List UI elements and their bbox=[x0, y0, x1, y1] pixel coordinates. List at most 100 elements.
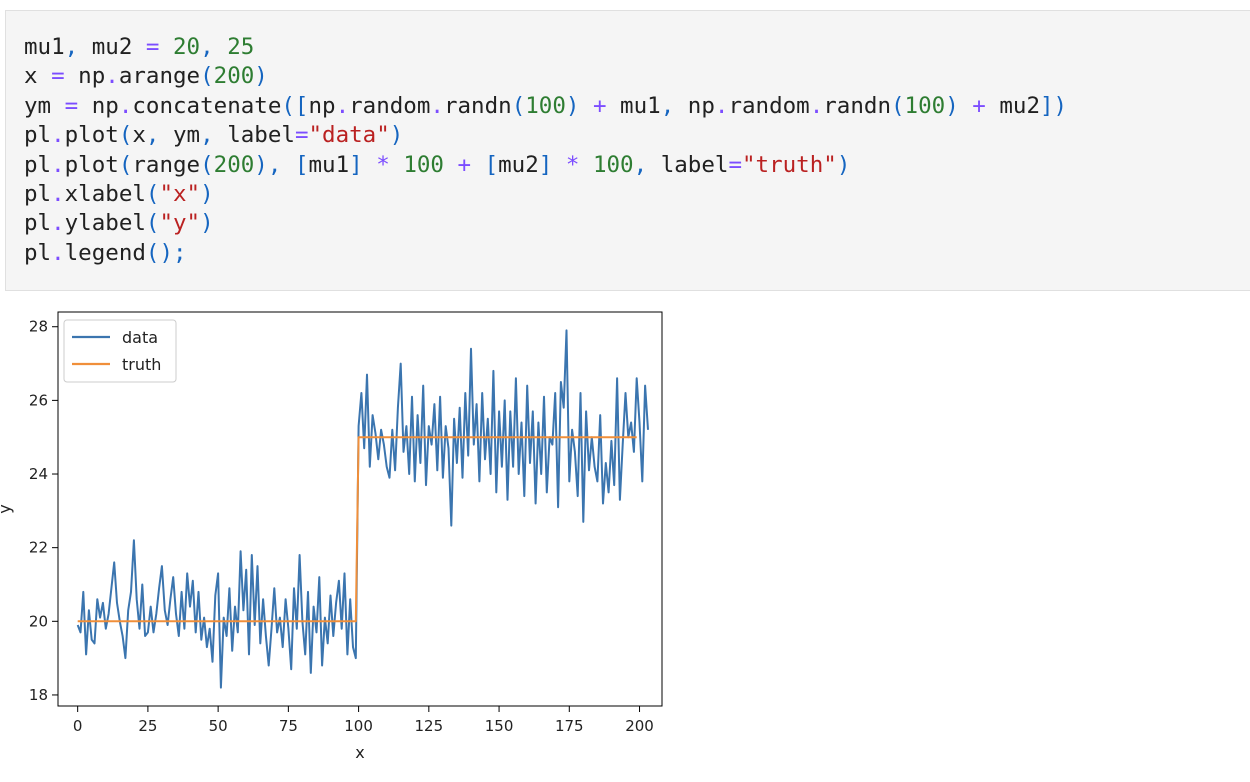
code-token: 100 bbox=[403, 151, 444, 178]
code-token: ) bbox=[836, 151, 851, 178]
code-line: pl.plot(range(200), [mu1] * 100 + [mu2] … bbox=[24, 151, 1067, 180]
code-token: np bbox=[674, 92, 715, 119]
code-token: mu2 bbox=[78, 34, 146, 60]
code-token: , bbox=[633, 151, 648, 178]
code-token: . bbox=[51, 151, 65, 178]
series-line-data bbox=[76, 329, 649, 689]
code-token: , bbox=[64, 34, 79, 60]
x-tick-label: 25 bbox=[138, 717, 157, 735]
code-token: 200 bbox=[213, 151, 255, 178]
code-token: 200 bbox=[213, 63, 255, 90]
code-token: randn bbox=[823, 92, 891, 119]
code-token: ( bbox=[891, 92, 905, 119]
code-token: ( bbox=[200, 151, 214, 178]
code-editor[interactable]: mu1, mu2 = 20, 25 x = np.arange(200) ym = … bbox=[24, 33, 1067, 268]
x-tick-label: 125 bbox=[415, 717, 444, 735]
y-tick-label: 28 bbox=[29, 318, 48, 336]
code-token: ([ bbox=[281, 92, 309, 119]
code-token: ), bbox=[254, 151, 282, 178]
x-tick-label: 175 bbox=[555, 717, 584, 735]
code-token: pl bbox=[24, 180, 52, 207]
code-token: , bbox=[145, 122, 160, 149]
code-token: random bbox=[728, 92, 810, 119]
y-tick-label: 22 bbox=[29, 539, 48, 557]
code-token: ) bbox=[389, 122, 404, 149]
code-token: , bbox=[200, 122, 214, 149]
code-token: * bbox=[376, 151, 390, 178]
code-token: ym bbox=[24, 92, 65, 119]
code-token: plot bbox=[64, 122, 119, 149]
code-line: ym = np.concatenate([np.random.randn(100… bbox=[24, 92, 1067, 121]
code-token: "x" bbox=[159, 180, 201, 207]
code-token: mu1 bbox=[308, 151, 350, 178]
x-tick-label: 100 bbox=[344, 717, 373, 735]
code-token: ( bbox=[511, 92, 526, 119]
code-token: ( bbox=[118, 151, 133, 178]
code-token: , bbox=[660, 92, 675, 119]
code-token: , bbox=[200, 34, 214, 60]
code-line: pl.xlabel("x") bbox=[24, 180, 1067, 209]
code-token: ) bbox=[254, 63, 268, 90]
code-token: 25 bbox=[227, 34, 255, 60]
code-token: [ bbox=[294, 151, 309, 178]
code-token: + bbox=[972, 92, 986, 119]
code-token: mu1 bbox=[606, 92, 661, 119]
code-token: * bbox=[565, 151, 580, 178]
x-tick-label: 0 bbox=[73, 717, 83, 735]
code-token: np bbox=[308, 92, 336, 119]
code-token: plot bbox=[64, 151, 119, 178]
code-token: ylabel bbox=[64, 210, 146, 237]
code-line: pl.ylabel("y") bbox=[24, 209, 1067, 238]
code-token: label bbox=[213, 122, 295, 149]
code-token: np bbox=[64, 63, 106, 90]
code-token: . bbox=[51, 122, 65, 149]
code-token: = bbox=[51, 63, 65, 90]
code-token: = bbox=[64, 92, 79, 119]
y-tick-label: 24 bbox=[29, 465, 48, 483]
code-token: . bbox=[714, 92, 729, 119]
y-axis-label: y bbox=[0, 504, 14, 513]
code-token: ym bbox=[159, 122, 201, 149]
code-token: . bbox=[809, 92, 824, 119]
code-token: mu2 bbox=[498, 151, 539, 178]
code-token: ( bbox=[145, 180, 160, 207]
code-token: pl bbox=[24, 151, 52, 178]
code-token: x bbox=[24, 63, 52, 90]
code-token: np bbox=[78, 92, 119, 119]
code-token: mu1 bbox=[24, 34, 65, 60]
code-token: concatenate bbox=[132, 92, 282, 119]
legend: data truth bbox=[63, 319, 177, 383]
x-tick-label: 50 bbox=[209, 717, 228, 735]
code-token: "truth" bbox=[741, 151, 837, 178]
code-token: . bbox=[105, 63, 119, 90]
code-token: . bbox=[430, 92, 444, 119]
x-tick-label: 150 bbox=[485, 717, 514, 735]
code-token: . bbox=[118, 92, 133, 119]
code-token: = bbox=[728, 151, 742, 178]
y-tick-label: 18 bbox=[29, 686, 48, 704]
code-token: + bbox=[592, 92, 607, 119]
code-token: random bbox=[349, 92, 431, 119]
chart: 0255075100125150175200 182022242628 x y … bbox=[0, 311, 663, 762]
x-tick-label: 75 bbox=[279, 717, 298, 735]
code-token: ) bbox=[945, 92, 959, 119]
code-token: . bbox=[51, 210, 65, 237]
code-token: ) bbox=[200, 210, 214, 237]
code-cell[interactable]: mu1, mu2 = 20, 25 x = np.arange(200) ym = … bbox=[5, 10, 1250, 291]
code-token: . bbox=[51, 180, 65, 207]
code-token: . bbox=[51, 239, 65, 266]
legend-data-label: data bbox=[122, 328, 158, 347]
code-token: xlabel bbox=[64, 180, 146, 207]
code-token: + bbox=[457, 151, 472, 178]
code-token: ) bbox=[200, 180, 214, 207]
code-token: "y" bbox=[159, 210, 201, 237]
y-tick-label: 26 bbox=[29, 391, 48, 409]
code-token: ( bbox=[118, 122, 133, 149]
code-line: pl.legend(); bbox=[24, 239, 1067, 268]
code-token: 100 bbox=[904, 92, 946, 119]
